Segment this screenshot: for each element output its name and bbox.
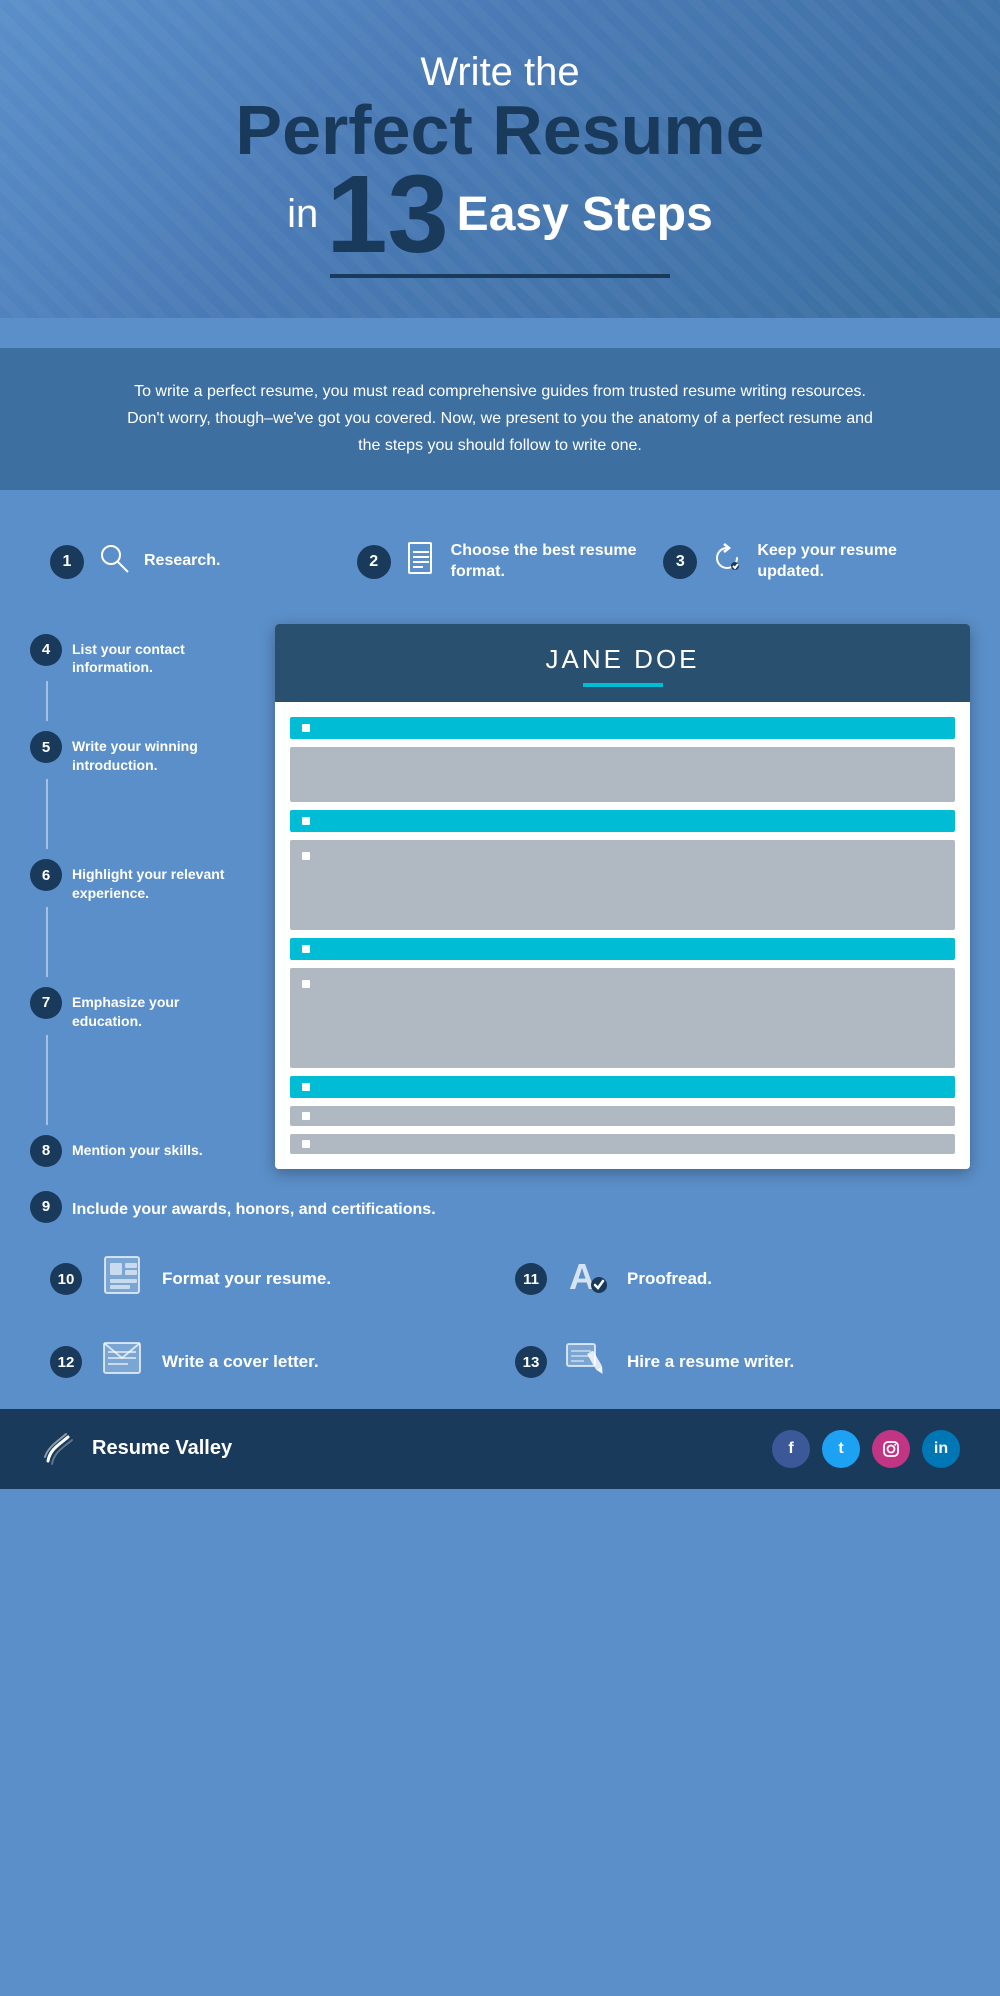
step-10-number: 10 bbox=[50, 1263, 82, 1295]
step-11-item: 11 A Proofread. bbox=[515, 1253, 950, 1306]
step-9-number: 9 bbox=[30, 1191, 62, 1223]
resume-valley-logo-icon bbox=[40, 1429, 80, 1469]
steps-row-1-3: 1 Research. 2 Choose the bbox=[0, 490, 1000, 624]
step-12-item: 12 Write a cover letter. bbox=[50, 1336, 485, 1389]
step-2-item: 2 Choose the best resume format. bbox=[357, 540, 644, 584]
resume-experience-bar bbox=[290, 810, 955, 832]
step-13-item: 13 Hire a resume writer. bbox=[515, 1336, 950, 1389]
resume-mockup: JANE DOE bbox=[255, 624, 970, 1171]
refresh-icon bbox=[709, 540, 745, 584]
step-11-number: 11 bbox=[515, 1263, 547, 1295]
header-number: 13 bbox=[326, 165, 448, 264]
step-13-label: Hire a resume writer. bbox=[627, 1352, 794, 1372]
step-5-label: Write your winning introduction. bbox=[72, 731, 240, 775]
resume-education-marker bbox=[302, 980, 310, 988]
step-8-entry: 8 Mention your skills. bbox=[30, 1125, 240, 1171]
resume-skills-gray-1 bbox=[290, 1106, 955, 1126]
bottom-steps-grid: 10 Format your resume. 11 A Proofread. bbox=[0, 1233, 1000, 1409]
step-7-number: 7 bbox=[30, 987, 62, 1019]
step-6-label: Highlight your relevant experience. bbox=[72, 859, 240, 903]
twitter-button[interactable]: t bbox=[822, 1430, 860, 1468]
step-12-number: 12 bbox=[50, 1346, 82, 1378]
header-line1: Write the bbox=[80, 50, 920, 95]
step-12-label: Write a cover letter. bbox=[162, 1352, 319, 1372]
step-3-label: Keep your resume updated. bbox=[757, 541, 950, 583]
footer-brand-text: Resume Valley bbox=[92, 1437, 232, 1460]
step-6-entry: 6 Highlight your relevant experience. bbox=[30, 849, 240, 907]
format-icon bbox=[97, 1253, 147, 1306]
proofread-icon: A bbox=[562, 1253, 612, 1306]
connector-5-6 bbox=[46, 779, 240, 849]
step-5-entry: 5 Write your winning introduction. bbox=[30, 721, 240, 779]
facebook-button[interactable]: f bbox=[772, 1430, 810, 1468]
step-4-number: 4 bbox=[30, 634, 62, 666]
steps-mockup-section: 4 List your contact information. 5 Write… bbox=[0, 624, 1000, 1171]
step-9-row: 9 Include your awards, honors, and certi… bbox=[0, 1171, 1000, 1233]
step-1-item: 1 Research. bbox=[50, 540, 337, 584]
resume-mock-name: JANE DOE bbox=[295, 644, 950, 675]
intro-section: To write a perfect resume, you must read… bbox=[0, 348, 1000, 490]
header-suffix: Easy Steps bbox=[457, 187, 713, 242]
header-underline bbox=[330, 274, 670, 278]
connector-4-5 bbox=[46, 681, 240, 721]
step-2-label: Choose the best resume format. bbox=[451, 541, 644, 583]
intro-text: To write a perfect resume, you must read… bbox=[120, 378, 880, 460]
writer-icon bbox=[562, 1336, 612, 1389]
step-5-number: 5 bbox=[30, 731, 62, 763]
step-3-number: 3 bbox=[663, 545, 697, 579]
resume-mock-header: JANE DOE bbox=[275, 624, 970, 702]
resume-intro-gray bbox=[290, 747, 955, 802]
step-10-label: Format your resume. bbox=[162, 1269, 331, 1289]
document-icon bbox=[403, 540, 439, 584]
connector-6-7 bbox=[46, 907, 240, 977]
resume-intro-bar bbox=[290, 717, 955, 739]
step-1-number: 1 bbox=[50, 545, 84, 579]
footer-logo: Resume Valley bbox=[40, 1429, 232, 1469]
steps-left-column: 4 List your contact information. 5 Write… bbox=[30, 624, 240, 1171]
resume-name-underline bbox=[583, 683, 663, 687]
resume-mock-body bbox=[275, 702, 970, 1169]
step-7-entry: 7 Emphasize your education. bbox=[30, 977, 240, 1035]
resume-education-gray bbox=[290, 968, 955, 1068]
step-2-number: 2 bbox=[357, 545, 391, 579]
step-7-label: Emphasize your education. bbox=[72, 987, 240, 1031]
header-line3: in 13 Easy Steps bbox=[80, 165, 920, 264]
instagram-button[interactable] bbox=[872, 1430, 910, 1468]
step-4-entry: 4 List your contact information. bbox=[30, 624, 240, 682]
resume-skills-bar bbox=[290, 1076, 955, 1098]
footer-social-links: f t in bbox=[772, 1430, 960, 1468]
step-9-label: Include your awards, honors, and certifi… bbox=[72, 1193, 436, 1221]
step-3-item: 3 Keep your resume updated. bbox=[663, 540, 950, 584]
connector-7-8 bbox=[46, 1035, 240, 1125]
steps-top-row: 1 Research. 2 Choose the bbox=[30, 520, 970, 614]
step-11-label: Proofread. bbox=[627, 1269, 712, 1289]
header-line2: Perfect Resume bbox=[80, 95, 920, 165]
step-4-label: List your contact information. bbox=[72, 634, 240, 678]
resume-experience-gray bbox=[290, 840, 955, 930]
header: Write the Perfect Resume in 13 Easy Step… bbox=[0, 0, 1000, 318]
header-in: in bbox=[287, 192, 318, 237]
resume-education-bar bbox=[290, 938, 955, 960]
svg-text:A: A bbox=[569, 1256, 595, 1297]
step-8-number: 8 bbox=[30, 1135, 62, 1167]
resume-skills-gray-2 bbox=[290, 1134, 955, 1154]
footer: Resume Valley f t in bbox=[0, 1409, 1000, 1489]
cover-letter-icon bbox=[97, 1336, 147, 1389]
step-8-label: Mention your skills. bbox=[72, 1135, 203, 1160]
resume-mock-container: JANE DOE bbox=[275, 624, 970, 1169]
step-6-number: 6 bbox=[30, 859, 62, 891]
step-10-item: 10 Format your resume. bbox=[50, 1253, 485, 1306]
step-13-number: 13 bbox=[515, 1346, 547, 1378]
linkedin-button[interactable]: in bbox=[922, 1430, 960, 1468]
step-1-label: Research. bbox=[144, 551, 221, 572]
search-icon bbox=[96, 540, 132, 584]
